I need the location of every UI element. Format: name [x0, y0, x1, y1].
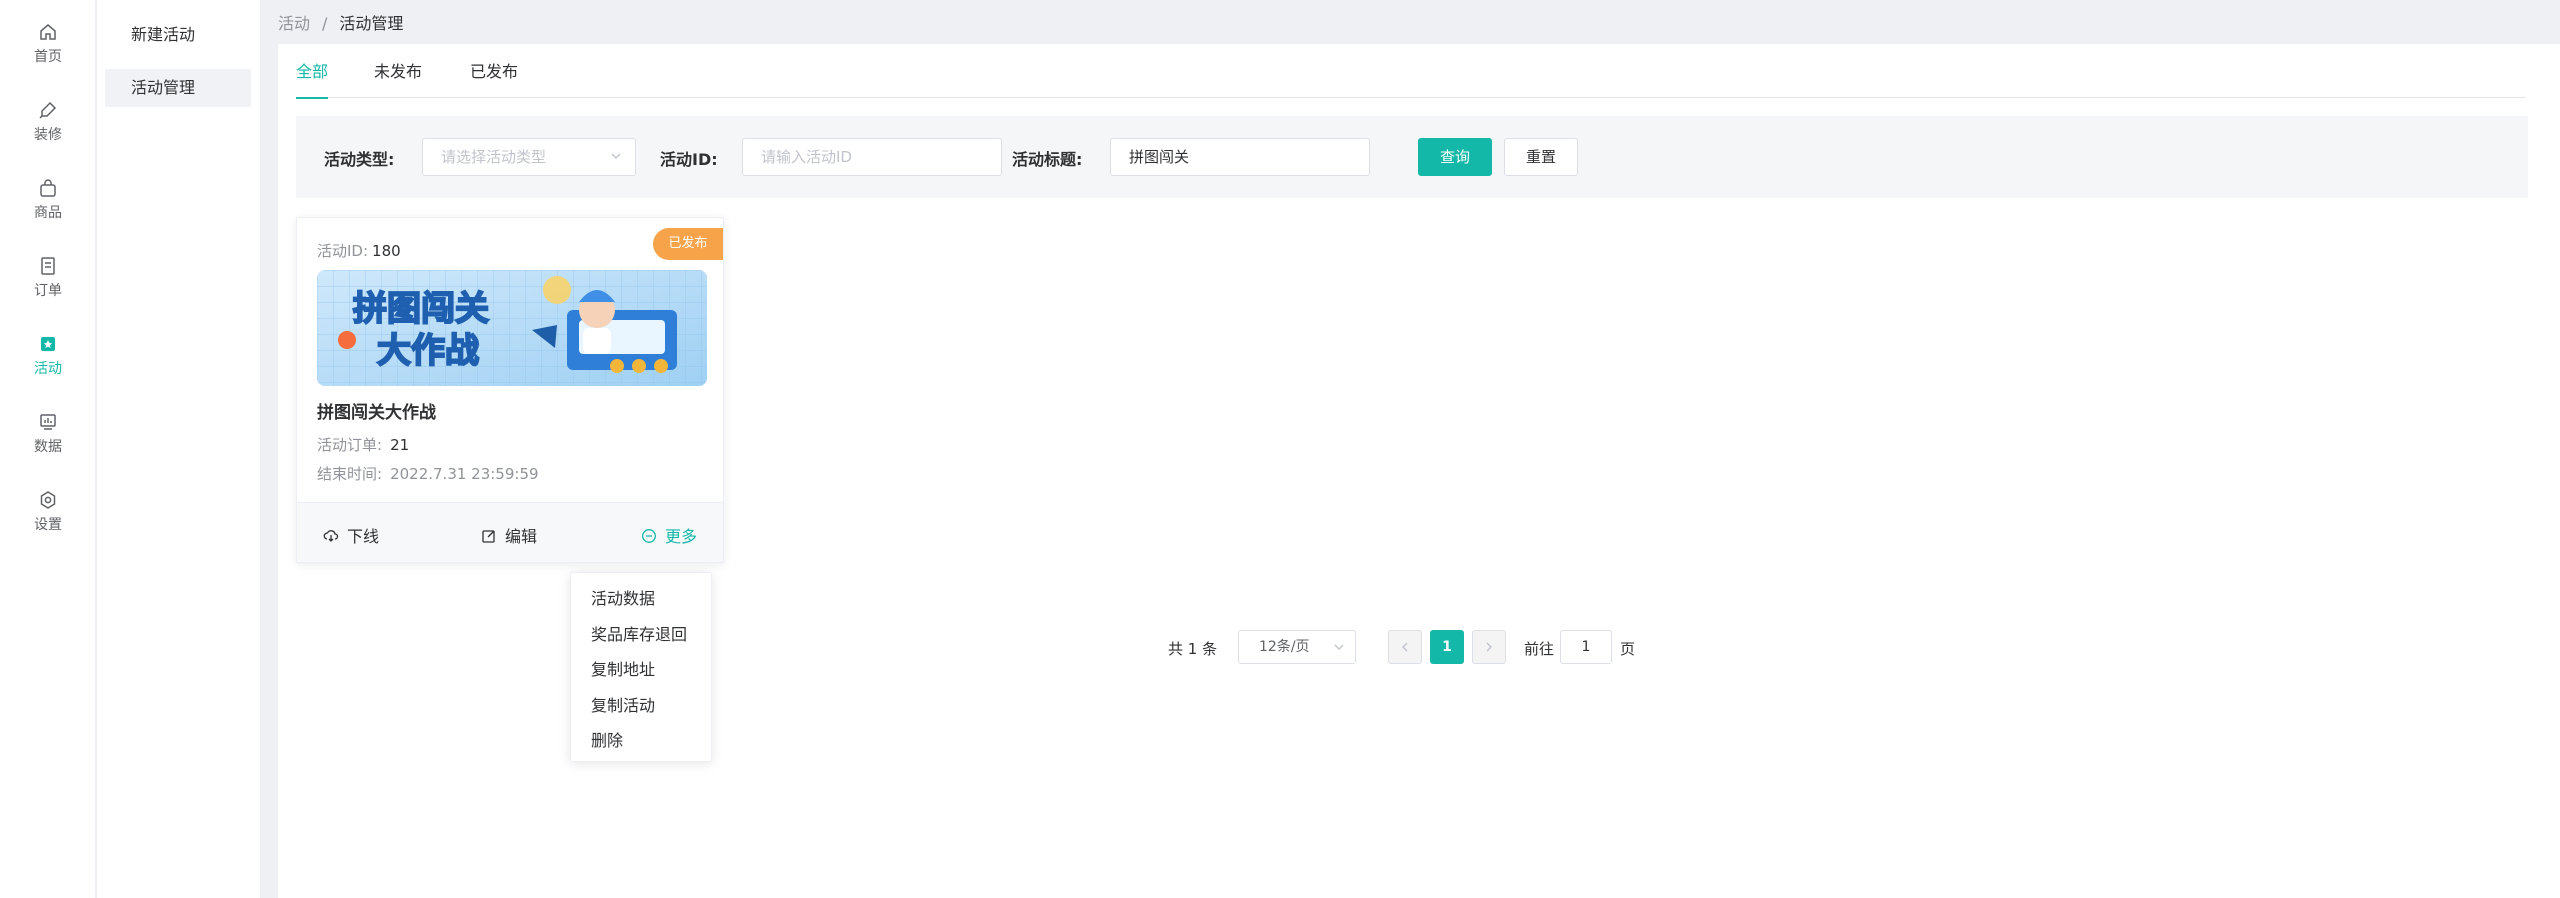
brush-icon [39, 101, 57, 119]
nav-activity-label: 活动 [34, 361, 62, 377]
activity-title: 拼图闯关大作战 [317, 403, 436, 423]
breadcrumb-root[interactable]: 活动 [278, 14, 310, 33]
offline-button[interactable]: 下线 [323, 523, 379, 547]
menu-item-delete[interactable]: 删除 [571, 723, 711, 759]
cloud-download-icon [323, 530, 339, 542]
submenu-activity-management[interactable]: 活动管理 [105, 69, 251, 107]
page-size-select[interactable]: 12条/页 [1238, 630, 1356, 664]
menu-item-copy-activity[interactable]: 复制活动 [571, 688, 711, 724]
more-button[interactable]: 更多 [641, 523, 697, 547]
filter-bar: 活动类型: 请选择活动类型 活动ID: 请输入活动ID 活动标题: 拼图闯关 查… [296, 116, 2528, 198]
chevron-down-icon [1334, 644, 1344, 650]
nav-goods-label: 商品 [34, 205, 62, 221]
activity-icon [41, 337, 55, 351]
nav-data[interactable]: 数据 [0, 390, 96, 460]
activity-type-label: 活动类型: [324, 150, 395, 169]
tab-all[interactable]: 全部 [296, 62, 329, 99]
goto-page-input[interactable]: 1 [1560, 630, 1612, 664]
chevron-left-icon [1402, 642, 1408, 652]
goto-unit: 页 [1620, 640, 1636, 658]
activity-title-value: 拼图闯关 [1129, 148, 1190, 166]
card-id-value: 180 [372, 242, 401, 260]
activity-title-input[interactable]: 拼图闯关 [1110, 138, 1370, 176]
goto-label: 前往 [1524, 640, 1555, 658]
activity-id-label: 活动ID: [660, 150, 718, 169]
nav-data-label: 数据 [34, 439, 62, 455]
activity-end-time-line: 结束时间: 2022.7.31 23:59:59 [317, 463, 539, 484]
edit-button[interactable]: 编辑 [481, 523, 537, 547]
menu-item-activity-data[interactable]: 活动数据 [571, 581, 711, 617]
card-actions: 下线 编辑 更多 [297, 502, 723, 562]
data-icon [40, 414, 56, 430]
query-button[interactable]: 查询 [1418, 138, 1492, 176]
more-label: 更多 [665, 527, 698, 546]
bag-icon [40, 179, 56, 197]
prev-page-button[interactable] [1388, 630, 1422, 664]
status-badge: 已发布 [653, 228, 723, 260]
nav-settings[interactable]: 设置 [0, 468, 96, 538]
activity-orders-line: 活动订单: 21 [317, 434, 409, 455]
page-number-current[interactable]: 1 [1430, 630, 1464, 664]
pagination-total: 共 1 条 [1168, 640, 1218, 658]
breadcrumb-current: 活动管理 [339, 14, 404, 33]
nav-activity[interactable]: 活动 [0, 312, 96, 382]
more-circle-icon [642, 529, 656, 543]
activity-banner-image: 拼图闯关 大作战 [317, 270, 707, 386]
activity-id-placeholder: 请输入活动ID [761, 148, 852, 166]
end-time-label: 结束时间: [317, 465, 383, 483]
main-nav-rail: 首页 装修 商品 订单 活动 数据 设置 [0, 0, 96, 898]
tab-published[interactable]: 已发布 [470, 62, 518, 98]
page-size-value: 12条/页 [1259, 639, 1310, 655]
banner-line1: 拼图闯关 [353, 289, 489, 329]
order-icon [41, 257, 55, 275]
activity-id-input[interactable]: 请输入活动ID [742, 138, 1002, 176]
card-id-label: 活动ID: [317, 242, 369, 260]
activity-card[interactable]: 活动ID: 180 已发布 拼图闯关 大作战 拼图闯关大作战 活动订单: 21 … [296, 217, 724, 563]
breadcrumb-separator: / [322, 14, 328, 33]
edit-label: 编辑 [505, 527, 538, 546]
submenu-new-activity[interactable]: 新建活动 [105, 16, 251, 54]
menu-item-copy-address[interactable]: 复制地址 [571, 652, 711, 688]
nav-goods[interactable]: 商品 [0, 156, 96, 226]
breadcrumb: 活动 / 活动管理 [278, 10, 403, 34]
chevron-down-icon [611, 153, 621, 160]
chevron-right-icon [1486, 642, 1492, 652]
status-tabs: 全部 未发布 已发布 [296, 62, 2526, 99]
banner-line2: 大作战 [377, 331, 479, 371]
activity-title-label: 活动标题: [1012, 150, 1083, 169]
nav-orders-label: 订单 [34, 283, 62, 299]
nav-settings-label: 设置 [34, 517, 62, 533]
activity-id-line: 活动ID: 180 [317, 240, 401, 261]
nav-decoration[interactable]: 装修 [0, 78, 96, 148]
reset-button[interactable]: 重置 [1504, 138, 1578, 176]
activity-submenu: 新建活动 活动管理 [97, 0, 261, 898]
nav-home[interactable]: 首页 [0, 0, 96, 70]
next-page-button[interactable] [1472, 630, 1506, 664]
tab-unpublished[interactable]: 未发布 [374, 62, 422, 98]
menu-item-return-prize-stock[interactable]: 奖品库存退回 [571, 617, 711, 653]
more-dropdown-menu: 活动数据 奖品库存退回 复制地址 复制活动 删除 [570, 572, 712, 762]
edit-icon [482, 530, 495, 543]
activity-type-select[interactable]: 请选择活动类型 [422, 138, 636, 176]
main-panel: 全部 未发布 已发布 活动类型: 请选择活动类型 活动ID: 请输入活动ID 活… [278, 44, 2560, 898]
activity-type-placeholder: 请选择活动类型 [441, 148, 547, 166]
settings-icon [40, 491, 56, 509]
home-icon [40, 24, 56, 40]
offline-label: 下线 [347, 527, 380, 546]
orders-label: 活动订单: [317, 436, 383, 454]
orders-value: 21 [390, 436, 410, 454]
nav-orders[interactable]: 订单 [0, 234, 96, 304]
end-time-value: 2022.7.31 23:59:59 [390, 465, 539, 483]
nav-decoration-label: 装修 [34, 127, 62, 143]
nav-home-label: 首页 [34, 49, 62, 65]
